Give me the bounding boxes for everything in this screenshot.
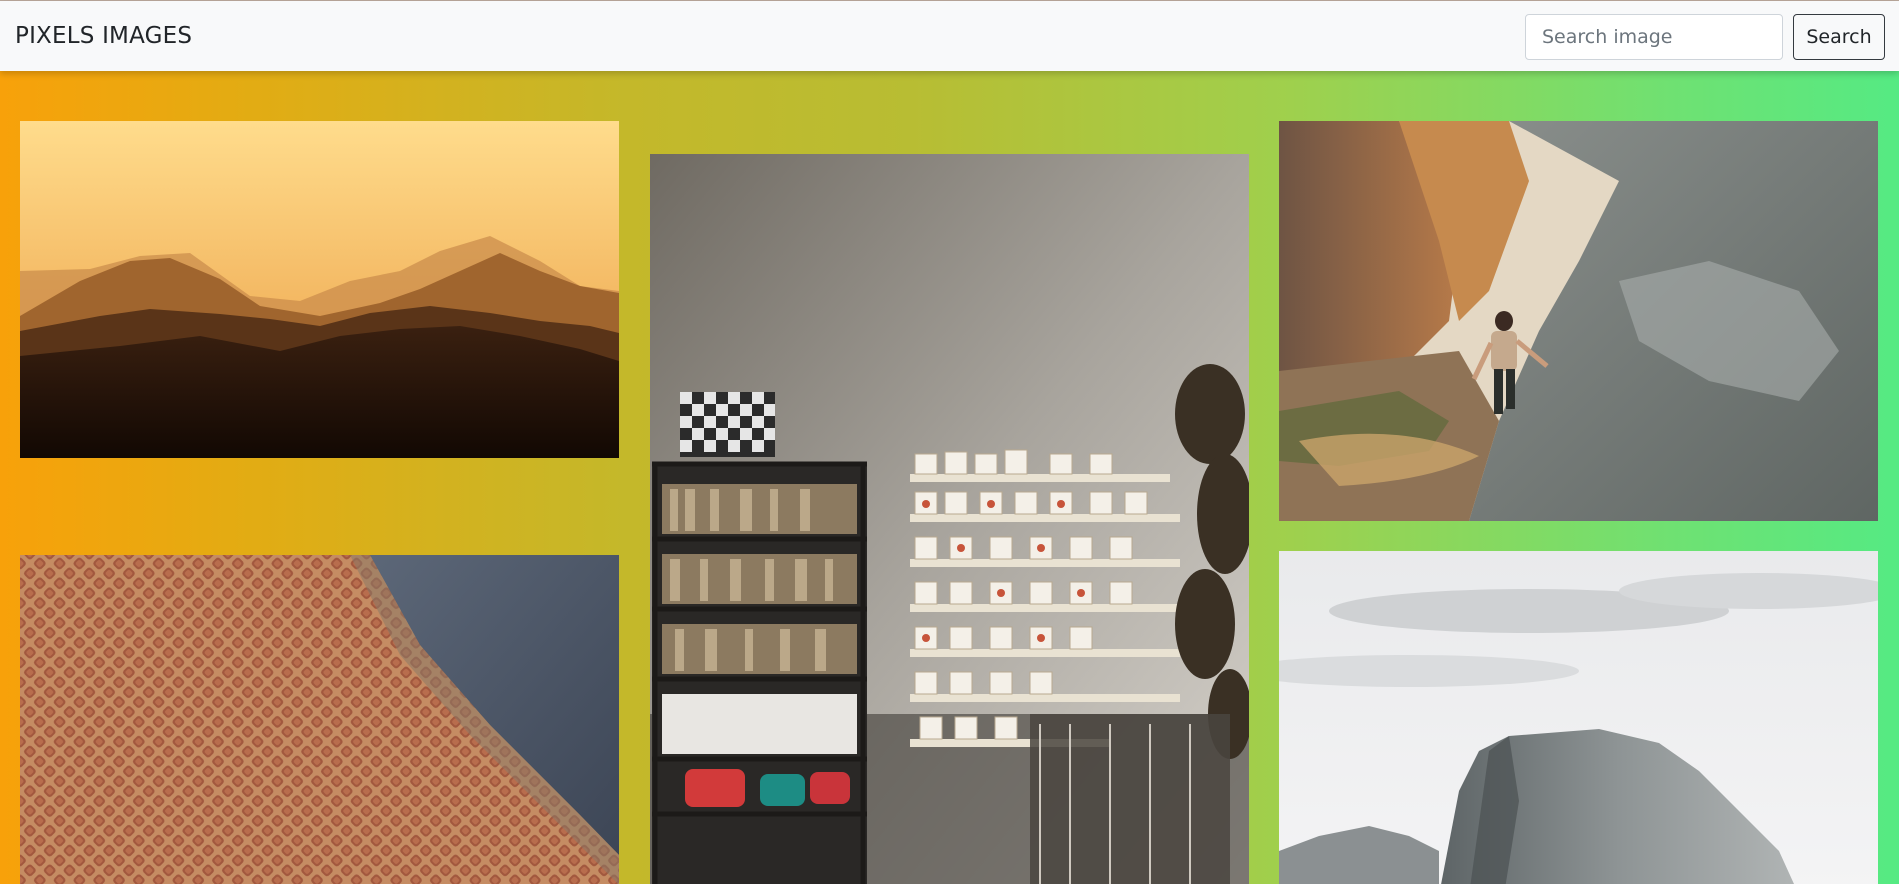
search-button[interactable]: Search xyxy=(1793,14,1885,60)
brand-title[interactable]: PIXELS IMAGES xyxy=(15,21,192,51)
shop-photo xyxy=(650,154,1249,884)
gallery-image-canyon-hiker[interactable] xyxy=(1279,121,1878,521)
gallery-image-mountains[interactable] xyxy=(20,121,619,458)
gallery-image-half-dome[interactable] xyxy=(1279,551,1878,884)
gallery-image-shop[interactable] xyxy=(650,154,1249,884)
navbar: PIXELS IMAGES Search xyxy=(0,1,1899,71)
search-input[interactable] xyxy=(1525,14,1783,60)
half-dome-photo xyxy=(1279,551,1878,884)
image-gallery xyxy=(0,71,1899,884)
mountains-photo xyxy=(20,121,619,458)
gallery-image-textile[interactable] xyxy=(20,555,619,884)
textile-photo xyxy=(20,555,619,884)
canyon-photo xyxy=(1279,121,1878,521)
